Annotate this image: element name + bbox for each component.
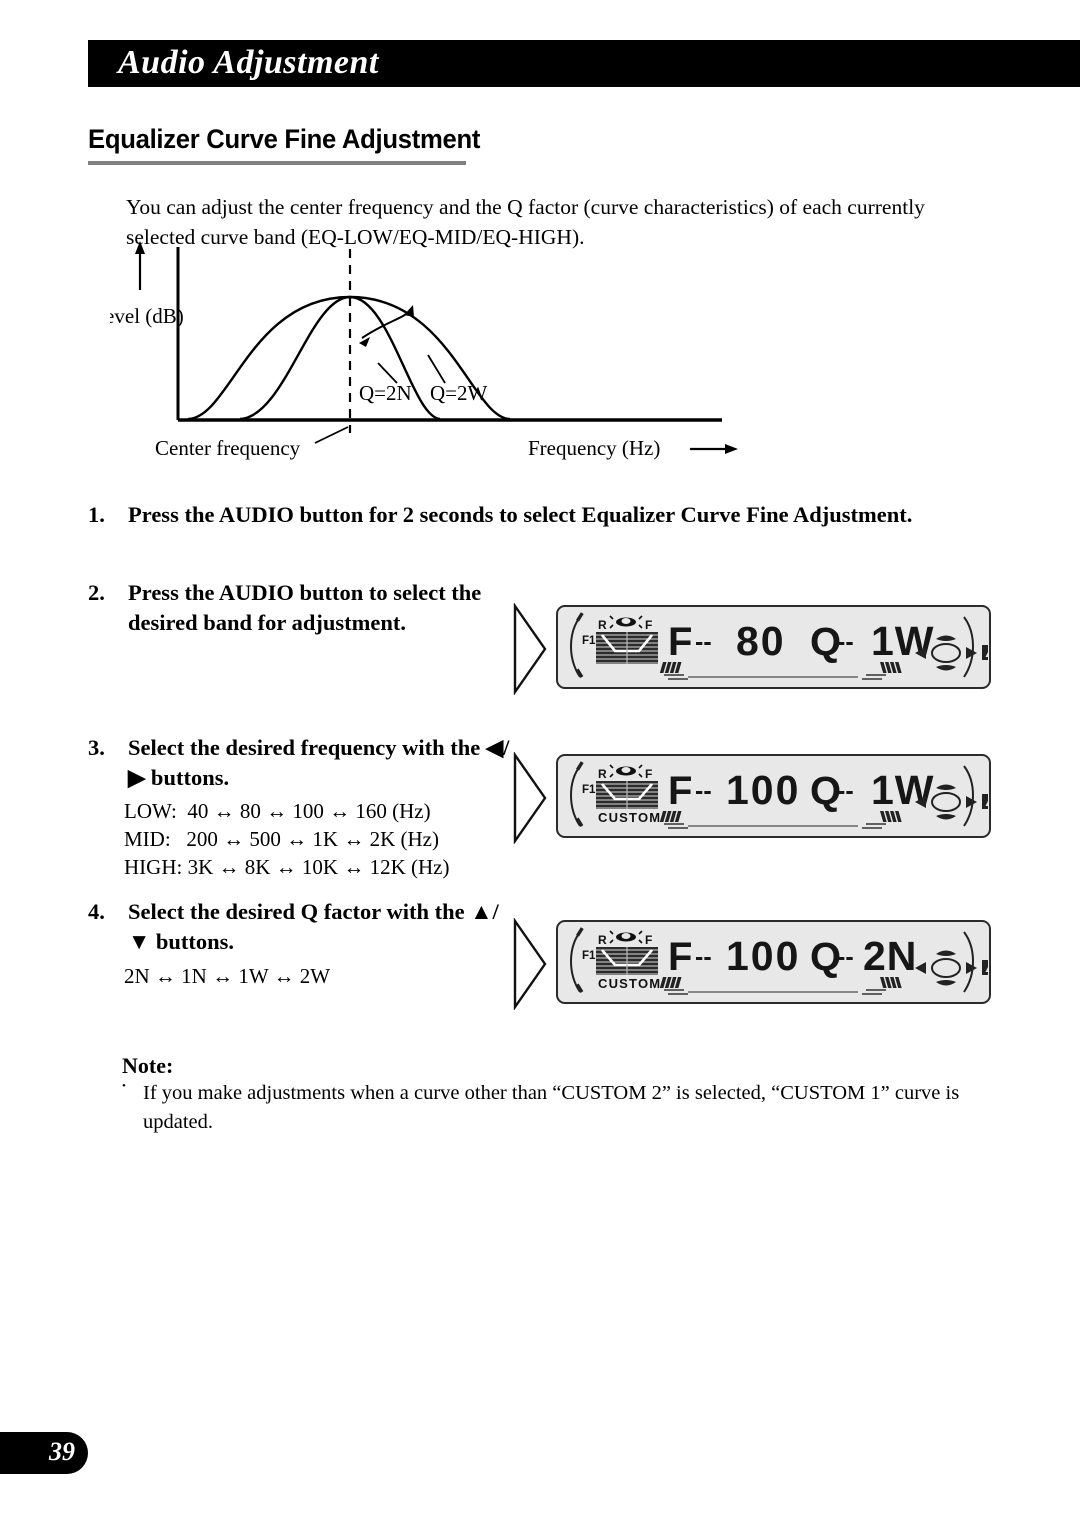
lcd-3-fader-graphic: R F (596, 930, 658, 975)
lcd-3-up-indicator-icon (982, 960, 988, 975)
lcd-2-q-dashes: -- (837, 777, 854, 805)
step-4-q-factor-list: 2N ↔ 1N ↔ 1W ↔ 2W (124, 964, 331, 988)
lcd-2-f-dashes: -- (695, 777, 712, 805)
page-number-tab: 39 (0, 1432, 88, 1474)
lcd-2-up-indicator-icon (982, 794, 988, 809)
lcd-1-fader-rear-label: R (598, 618, 607, 632)
diagram-frequency-arrow (690, 444, 738, 454)
lcd-3-fader-front-label: F (645, 933, 652, 947)
lcd-3-fader-rear-label: R (598, 933, 607, 947)
step-2-pointer-triangle-icon (512, 602, 548, 696)
step-2-number: 2. (88, 580, 105, 605)
diagram-center-frequency-label: Center frequency (155, 436, 301, 460)
page-header-bar: Audio Adjustment (88, 40, 1080, 87)
diagram-q-wide-label: Q=2W (430, 381, 488, 405)
step-1-text: Press the AUDIO button for 2 seconds to … (128, 502, 913, 527)
step-4: 4. Select the desired Q factor with the … (88, 897, 518, 957)
lcd-1-f-prefix: F (668, 620, 693, 664)
lcd-1-up-indicator-icon (982, 645, 988, 660)
lcd-1-fader-front-label: F (645, 618, 652, 632)
note-title: Note: (122, 1053, 174, 1078)
lcd-1-level-meter (659, 662, 902, 680)
step-4-text: Select the desired Q factor with the ▲/▼… (128, 899, 499, 954)
page-header-title: Audio Adjustment (118, 43, 379, 81)
lcd-1-frequency-value: 80 (736, 618, 786, 664)
step-1-number: 1. (88, 502, 105, 527)
step-3-pointer-triangle-icon (512, 751, 548, 845)
eq-curve-diagram: Level (dB) Q=2N Q=2W Center frequency Fr… (110, 235, 790, 480)
lcd-1-q-dashes: -- (837, 628, 854, 656)
step-4-pointer-triangle-icon (512, 917, 548, 1011)
lcd-display-1: F1 R F F -- 80 Q -- 1W (556, 605, 991, 689)
lcd-3-source-label: F1 (582, 950, 596, 962)
lcd-3-level-meter (659, 977, 902, 995)
page-number: 39 (49, 1436, 75, 1466)
lcd-1-source-label: F1 (582, 635, 596, 647)
step-3-frequency-list: LOW: 40 ↔ 80 ↔ 100 ↔ 160 (Hz) MID: 200 ↔… (124, 799, 450, 879)
lcd-2-fader-rear-label: R (598, 767, 607, 781)
diagram-q-narrow-label: Q=2N (359, 381, 412, 405)
step-3-number: 3. (88, 735, 105, 760)
lcd-2-custom-label: CUSTOM (598, 810, 661, 825)
lcd-2-fader-graphic: R F (596, 764, 658, 809)
lcd-display-3: F1 R F CUSTOM F -- 100 Q -- 2N (556, 920, 991, 1004)
lcd-2-source-label: F1 (582, 784, 596, 796)
diagram-level-arrow (135, 241, 145, 290)
lcd-1-f-dashes: -- (695, 628, 712, 656)
lcd-3-custom-label: CUSTOM (598, 976, 661, 991)
lcd-3-f-prefix: F (668, 935, 693, 979)
speaker-icon (609, 764, 643, 778)
lcd-2-fader-front-label: F (645, 767, 652, 781)
lcd-2-level-meter (659, 811, 902, 829)
lcd-3-f-dashes: -- (695, 943, 712, 971)
lcd-2-f-prefix: F (668, 769, 693, 813)
lcd-1-fader-graphic: R F (596, 615, 658, 664)
lcd-3-q-dashes: -- (837, 943, 854, 971)
step-3: 3. Select the desired frequency with the… (88, 733, 518, 793)
lcd-display-2: F1 R F CUSTOM F -- 100 Q -- 1W (556, 754, 991, 838)
lcd-3-q-value: 2N (863, 933, 917, 979)
diagram-x-axis-label: Frequency (Hz) (528, 436, 660, 460)
lcd-3-dpad-icon (915, 950, 977, 986)
note-bullet-icon: • (122, 1080, 126, 1092)
diagram-y-axis-label: Level (dB) (110, 304, 184, 328)
speaker-icon (609, 930, 643, 944)
step-2-text: Press the AUDIO button to select the des… (128, 580, 482, 635)
step-4-number: 4. (88, 899, 105, 924)
step-1: 1. Press the AUDIO button for 2 seconds … (88, 500, 918, 530)
note-text: If you make adjustments when a curve oth… (143, 1082, 960, 1133)
speaker-icon (609, 615, 643, 629)
lcd-2-frequency-value: 100 (726, 767, 800, 813)
section-heading-rule (88, 161, 466, 165)
lcd-3-frequency-value: 100 (726, 933, 800, 979)
step-3-text: Select the desired frequency with the ◀/… (128, 735, 510, 790)
step-2: 2. Press the AUDIO button to select the … (88, 578, 518, 638)
section-heading: Equalizer Curve Fine Adjustment (88, 124, 481, 154)
